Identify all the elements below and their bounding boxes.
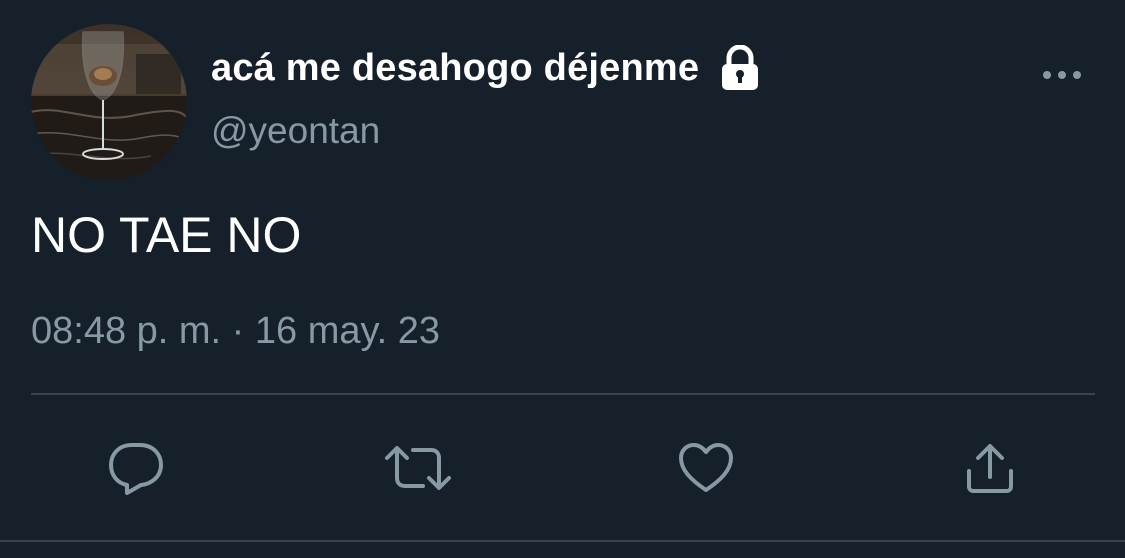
retweet-icon [383, 442, 453, 494]
display-name[interactable]: acá me desahogo déjenme [211, 47, 699, 90]
more-options-icon[interactable] [1040, 60, 1084, 90]
share-icon [963, 441, 1017, 495]
user-handle[interactable]: @yeontan [211, 110, 380, 152]
share-button[interactable] [958, 436, 1022, 500]
tweet-timestamp[interactable]: 08:48 p. m. · 16 may. 23 [31, 310, 440, 353]
reply-button[interactable] [104, 436, 168, 500]
tweet-text: NO TAE NO [31, 207, 302, 263]
lock-icon [719, 44, 761, 91]
reply-icon [107, 441, 165, 495]
like-button[interactable] [674, 436, 738, 500]
display-name-row: acá me desahogo déjenme [211, 40, 761, 96]
bottom-divider [0, 540, 1125, 542]
retweet-button[interactable] [383, 436, 453, 500]
divider [31, 393, 1095, 395]
tweet: acá me desahogo déjenme @yeontan NO TAE … [0, 0, 1125, 558]
like-icon [677, 442, 735, 494]
avatar[interactable] [31, 24, 187, 180]
